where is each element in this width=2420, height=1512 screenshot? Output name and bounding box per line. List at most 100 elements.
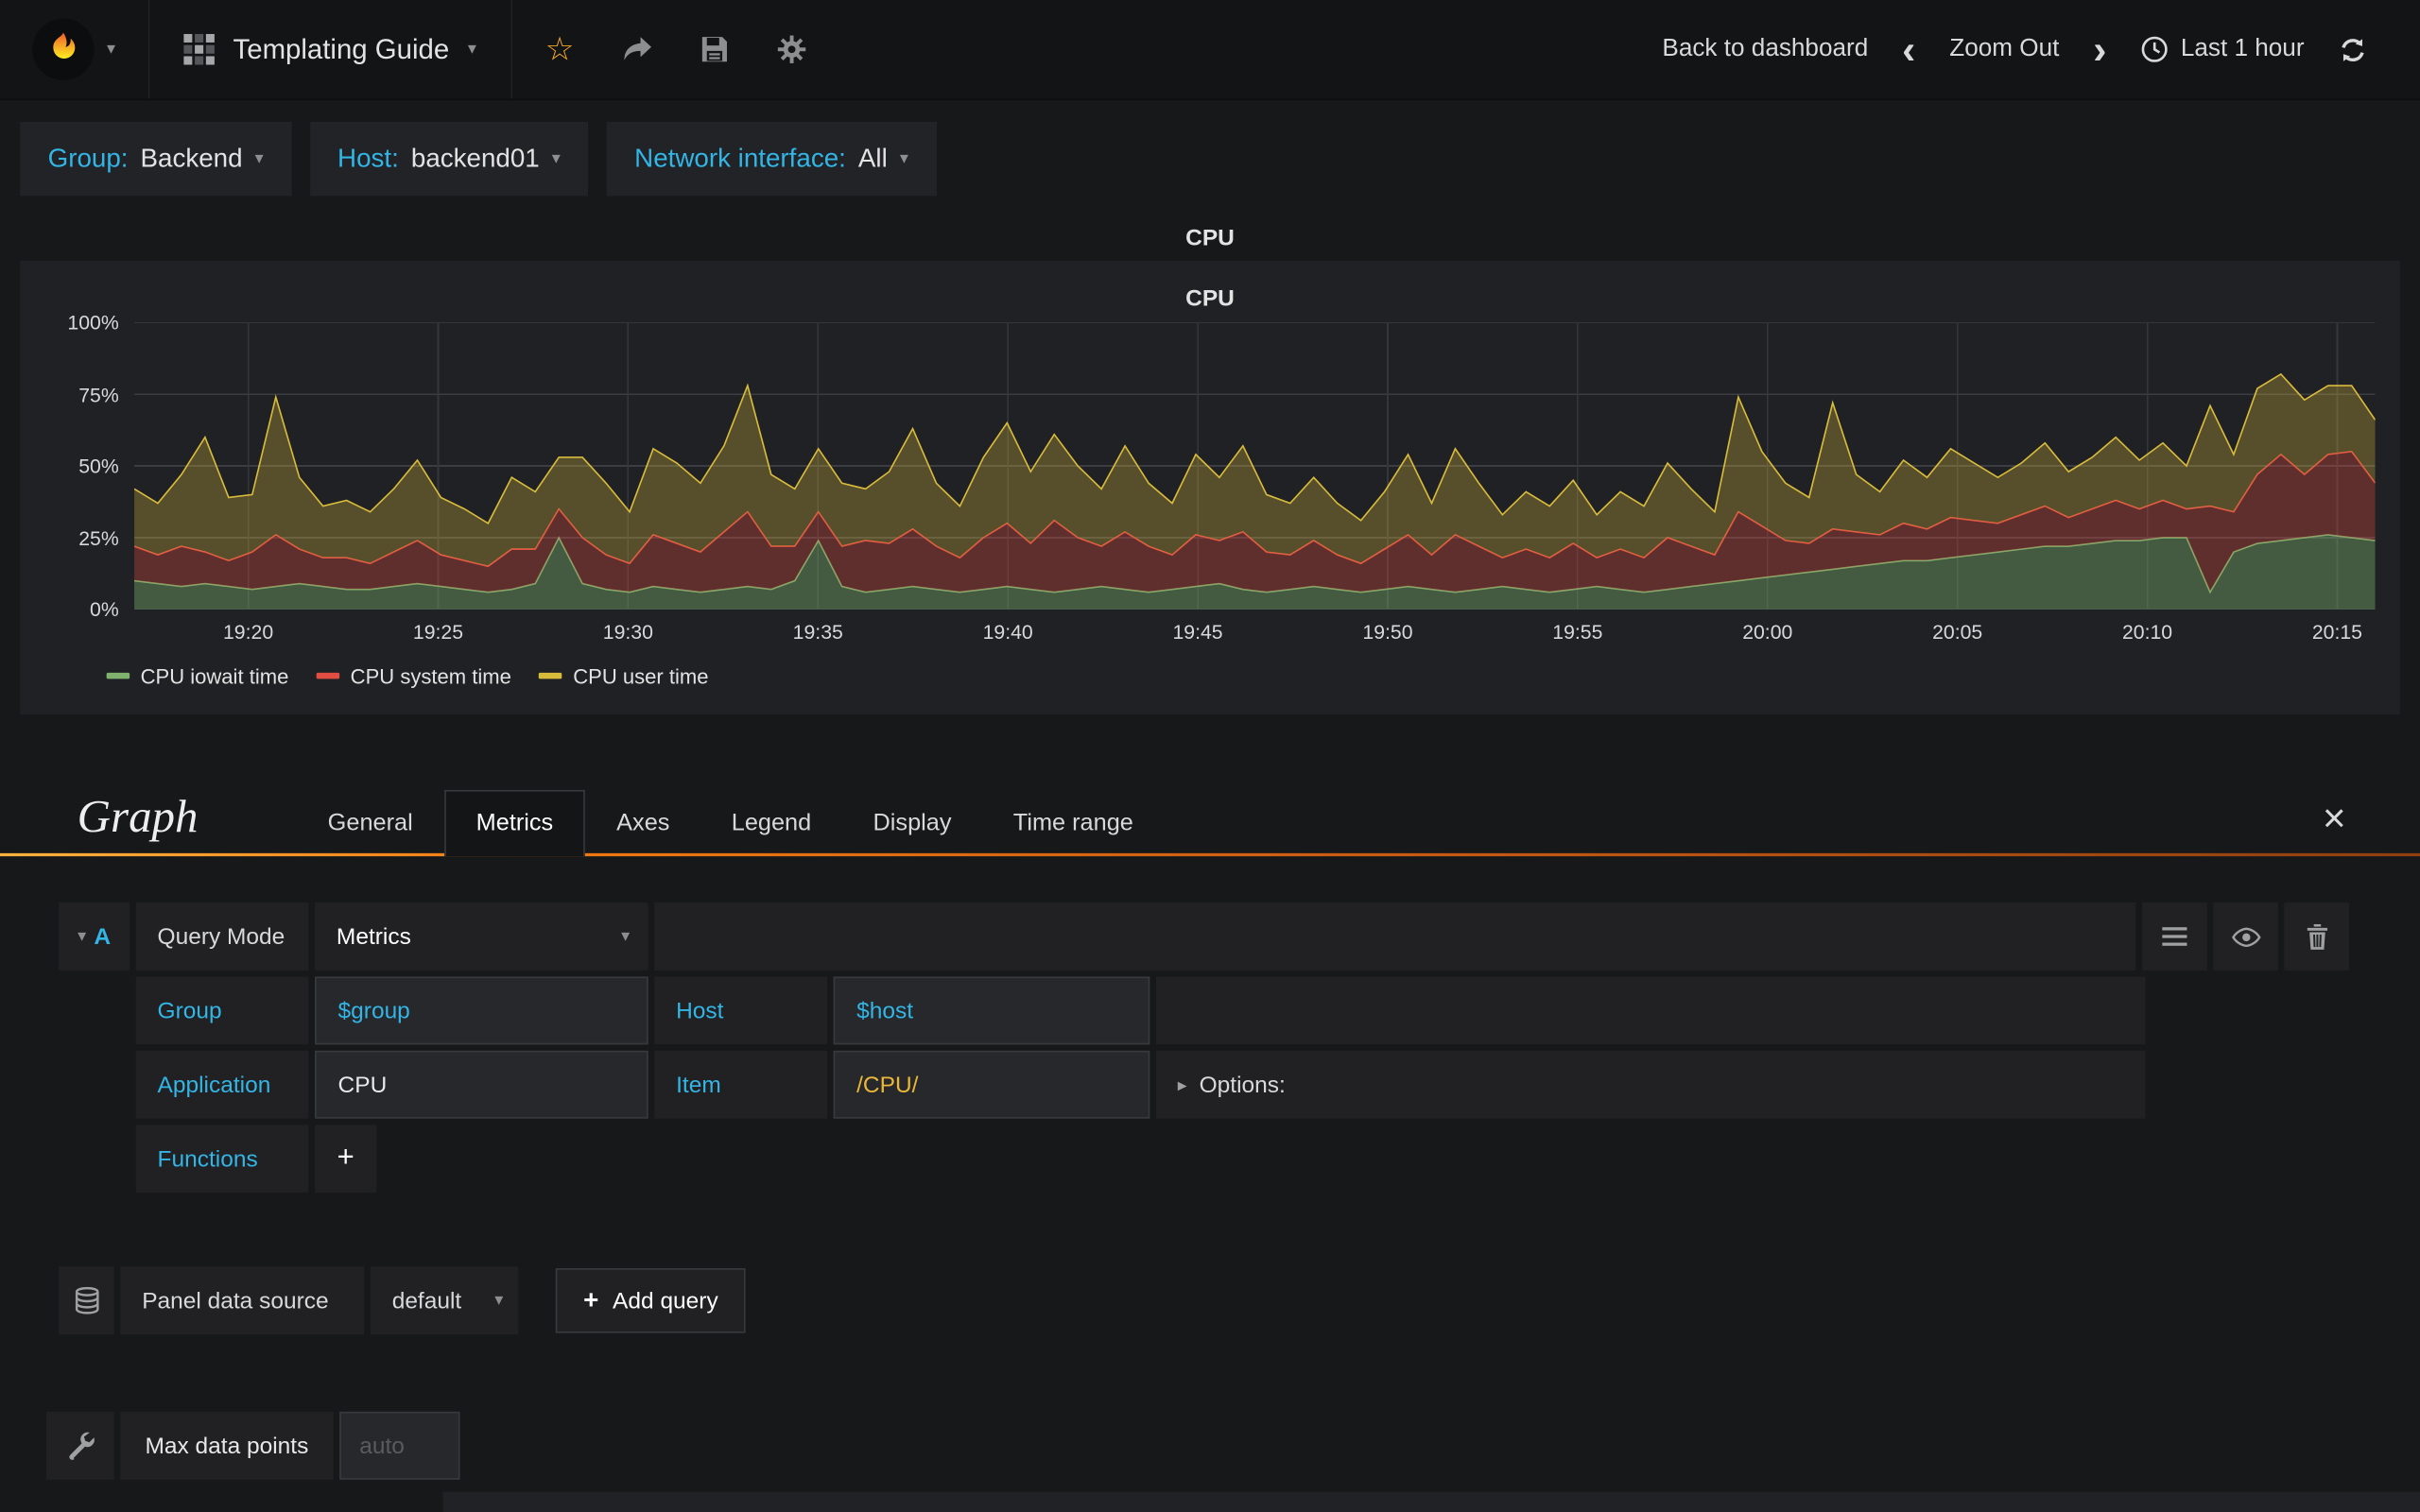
query-menu-button[interactable] — [2142, 902, 2207, 971]
chevron-down-icon: ▾ — [254, 148, 264, 168]
plus-icon: + — [583, 1284, 599, 1315]
editor-header: Graph General Metrics Axes Legend Displa… — [0, 766, 2420, 857]
y-tick-label: 75% — [78, 382, 119, 406]
x-tick-label: 19:50 — [1362, 620, 1413, 644]
legend-color-dash — [106, 672, 130, 679]
tab-display[interactable]: Display — [842, 792, 982, 857]
x-tick-label: 20:05 — [1932, 620, 1983, 644]
tab-general[interactable]: General — [297, 792, 443, 857]
save-dashboard-button[interactable] — [675, 0, 752, 98]
panel-title[interactable]: CPU — [20, 215, 2400, 261]
legend-label: CPU user time — [573, 663, 709, 688]
variable-group-dropdown[interactable]: Group: Backend ▾ — [20, 121, 292, 197]
x-tick-label: 20:00 — [1742, 620, 1793, 644]
chart-legend: CPU iowait time CPU system time CPU user t… — [44, 649, 2375, 698]
query-collapse-toggle[interactable]: ▾ A — [59, 902, 130, 971]
chevron-down-icon: ▾ — [467, 39, 476, 59]
tab-time-range[interactable]: Time range — [982, 792, 1164, 857]
add-query-button[interactable]: + Add query — [555, 1268, 747, 1333]
dashboard-settings-button[interactable] — [752, 0, 830, 98]
share-icon — [623, 37, 651, 60]
tab-metrics[interactable]: Metrics — [443, 789, 586, 857]
y-tick-label: 100% — [67, 310, 119, 335]
application-input[interactable]: CPU — [315, 1050, 648, 1119]
panel-body: CPU 0% 25% 50% 75% 100% 19:20 19:25 19:30 19:35… — [20, 260, 2400, 714]
chevron-down-icon: ▾ — [551, 148, 561, 168]
chevron-down-icon: ▾ — [107, 39, 116, 59]
variable-host-dropdown[interactable]: Host: backend01 ▾ — [309, 121, 589, 197]
query-row-group-host: Group $group Host $host — [135, 976, 2146, 1045]
max-data-points-input[interactable]: auto — [339, 1411, 460, 1480]
gear-icon — [777, 35, 805, 63]
y-axis-labels: 0% 25% 50% 75% 100% — [44, 311, 134, 621]
close-icon[interactable]: × — [2323, 798, 2346, 837]
legend-color-dash — [316, 672, 340, 679]
query-toggle-visibility-button[interactable] — [2213, 902, 2278, 971]
datasource-dropdown[interactable]: default ▾ — [370, 1266, 519, 1335]
grafana-app: ▾ Templating Guide ▾ ☆ Back to dashboard… — [0, 0, 2420, 1512]
max-data-points-label: Max data points — [120, 1411, 334, 1480]
refresh-icon — [2342, 38, 2364, 61]
variable-netif-dropdown[interactable]: Network interface: All ▾ — [606, 121, 937, 197]
top-navbar: ▾ Templating Guide ▾ ☆ Back to dashboard… — [0, 0, 2420, 101]
dashboard-title: Templating Guide — [233, 33, 450, 64]
eye-icon — [2231, 926, 2260, 947]
query-mode-label: Query Mode — [135, 902, 309, 971]
y-tick-label: 0% — [90, 597, 119, 622]
legend-item[interactable]: CPU user time — [539, 663, 709, 688]
time-shift-right-icon[interactable]: › — [2093, 29, 2106, 69]
variable-label: Group: — [47, 143, 129, 173]
datasource-icon-cell — [59, 1266, 114, 1335]
database-icon — [75, 1286, 98, 1314]
tab-axes[interactable]: Axes — [586, 792, 701, 857]
cpu-chart-plot[interactable]: 19:20 19:25 19:30 19:35 19:40 19:45 19:50 19:55… — [134, 322, 2376, 649]
dashboard-grid-icon — [183, 33, 215, 65]
wrench-icon — [68, 1431, 94, 1460]
variable-value: All — [857, 143, 888, 173]
options-toggle[interactable]: ▸ Options: — [1155, 1050, 2146, 1119]
options-label: Options: — [1199, 1071, 1286, 1098]
legend-item[interactable]: CPU system time — [316, 663, 511, 688]
time-range-picker[interactable]: Last 1 hour — [2140, 36, 2305, 63]
x-tick-label: 19:25 — [412, 620, 464, 644]
group-input[interactable]: $group — [315, 976, 648, 1045]
menu-icon — [2162, 927, 2187, 946]
time-shift-left-icon[interactable]: ‹ — [1902, 29, 1915, 69]
x-tick-label: 19:30 — [602, 620, 653, 644]
query-editor: ▾ A Query Mode Metrics ▾ Group $group Ho… — [0, 856, 2420, 1194]
trash-icon — [2306, 923, 2327, 950]
query-mode-dropdown[interactable]: Metrics ▾ — [315, 902, 648, 971]
host-input[interactable]: $host — [833, 976, 1150, 1045]
chevron-down-icon: ▾ — [899, 148, 908, 168]
item-label: Item — [654, 1050, 828, 1119]
share-dashboard-button[interactable] — [598, 0, 676, 98]
legend-label: CPU system time — [350, 663, 511, 688]
refresh-button[interactable] — [2338, 35, 2367, 64]
application-label: Application — [135, 1050, 309, 1119]
variable-value: Backend — [140, 143, 243, 173]
cpu-chart-svg — [134, 322, 2376, 610]
back-to-dashboard-button[interactable]: Back to dashboard — [1662, 36, 1868, 63]
query-row-functions: Functions + — [135, 1125, 2146, 1194]
query-row-a: ▾ A Query Mode Metrics ▾ — [59, 902, 2349, 971]
query-delete-button[interactable] — [2284, 902, 2349, 971]
group-label: Group — [135, 976, 309, 1045]
chart-area: 0% 25% 50% 75% 100% 19:20 19:25 19:30 19:35 19:4… — [44, 311, 2376, 649]
y-tick-label: 25% — [78, 525, 119, 550]
dashboard-title-button[interactable]: Templating Guide ▾ — [149, 0, 510, 98]
star-icon: ☆ — [544, 31, 575, 68]
template-variables-row: Group: Backend ▾ Host: backend01 ▾ Netwo… — [0, 100, 2420, 215]
zoom-out-button[interactable]: Zoom Out — [1949, 36, 2059, 63]
star-dashboard-button[interactable]: ☆ — [521, 0, 598, 98]
tab-legend[interactable]: Legend — [700, 792, 842, 857]
grafana-menu-button[interactable]: ▾ — [0, 0, 150, 99]
legend-item[interactable]: CPU iowait time — [106, 664, 288, 687]
variable-value: backend01 — [410, 143, 540, 173]
y-tick-label: 50% — [78, 454, 119, 478]
variable-label: Network interface: — [634, 143, 846, 173]
chart-title: CPU — [1185, 284, 1235, 311]
x-tick-label: 19:40 — [982, 620, 1033, 644]
add-function-button[interactable]: + — [315, 1125, 377, 1194]
panel-datasource-label: Panel data source — [120, 1266, 365, 1335]
item-input[interactable]: /CPU/ — [833, 1050, 1150, 1119]
